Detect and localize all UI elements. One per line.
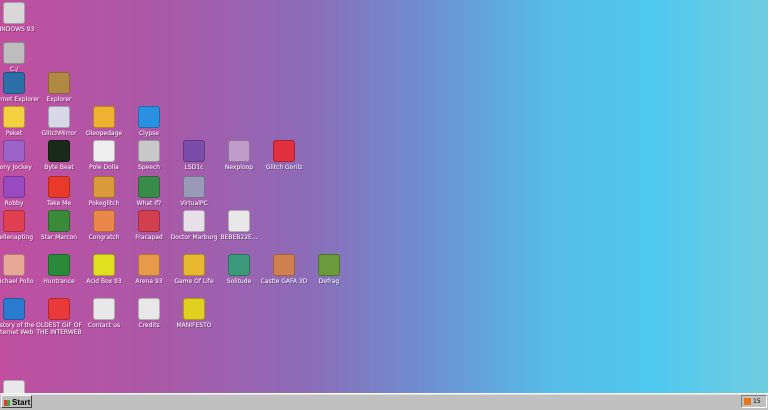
desktop-shortcut[interactable]: Explorer [31, 72, 87, 103]
desktop-shortcut-label: BEBEB22E... [220, 234, 258, 241]
pole-dolla-icon [93, 140, 115, 162]
pony-jockey-icon [3, 140, 25, 162]
desktop-shortcut[interactable]: C:/ [0, 42, 42, 73]
system-tray: 15 [741, 395, 767, 408]
solitude-icon [228, 254, 250, 276]
byte-beat-icon [48, 140, 70, 162]
desktop-shortcut-label: Defrag [318, 278, 340, 285]
taskbar: Start 15 [0, 393, 768, 410]
credits-icon [138, 298, 160, 320]
desktop-shortcut-label: MANIFESTO [176, 322, 212, 329]
speech-icon [138, 140, 160, 162]
bebeb-icon [228, 210, 250, 232]
what-if-icon [138, 176, 160, 198]
huntrance-icon [48, 254, 70, 276]
pokeglitch-icon [93, 176, 115, 198]
manifesto-icon [183, 298, 205, 320]
internet-explorer-icon [3, 72, 25, 94]
tray-clock: 15 [753, 398, 761, 405]
castle-gafa-icon [273, 254, 295, 276]
desktop-shortcut[interactable]: BEBEB22E... [211, 210, 267, 241]
desktop-shortcut[interactable]: VirtualPC [166, 176, 222, 207]
drive-icon [3, 42, 25, 64]
lsd-icon [183, 140, 205, 162]
rss-icon[interactable] [744, 398, 751, 405]
peket-icon [3, 106, 25, 128]
glitch-mirror-icon [48, 106, 70, 128]
nexploop-icon [228, 140, 250, 162]
desktop-shortcut-label: Glitch Gorilz [265, 164, 303, 171]
michael-pollo-icon [3, 254, 25, 276]
fracapad-icon [138, 210, 160, 232]
start-label: Start [12, 398, 31, 407]
arena-93-icon [138, 254, 160, 276]
windows-flag-icon [4, 400, 10, 406]
desktop-shortcut[interactable]: Clypse [121, 106, 177, 137]
game-of-life-icon [183, 254, 205, 276]
desktop-shortcut[interactable]: WINDOWS 93 [0, 2, 42, 33]
doctor-marburg-icon [183, 210, 205, 232]
star-marcon-icon [48, 210, 70, 232]
virtual-pc-icon [183, 176, 205, 198]
clypse-icon [138, 106, 160, 128]
hellenapting-icon [3, 210, 25, 232]
desktop-shortcut-label: Explorer [46, 96, 72, 103]
history-internet-icon [3, 298, 25, 320]
oleopedage-icon [93, 106, 115, 128]
congratch-icon [93, 210, 115, 232]
desktop-shortcut[interactable]: Glitch Gorilz [256, 140, 312, 171]
defrag-icon [318, 254, 340, 276]
desktop-shortcut[interactable]: MANIFESTO [166, 298, 222, 329]
take-me-icon [48, 176, 70, 198]
glitch-gorilz-icon [273, 140, 295, 162]
start-button[interactable]: Start [1, 395, 32, 408]
desktop-shortcut-label: Clypse [138, 130, 160, 137]
contact-us-icon [93, 298, 115, 320]
acid-box-icon [93, 254, 115, 276]
robby-icon [3, 176, 25, 198]
explorer-icon [48, 72, 70, 94]
oldest-gif-icon [48, 298, 70, 320]
windows93-icon [3, 2, 25, 24]
desktop-shortcut[interactable]: Defrag [301, 254, 357, 285]
desktop-shortcut-label: WINDOWS 93 [0, 26, 35, 33]
desktop-shortcut-label: VirtualPC [180, 200, 208, 207]
